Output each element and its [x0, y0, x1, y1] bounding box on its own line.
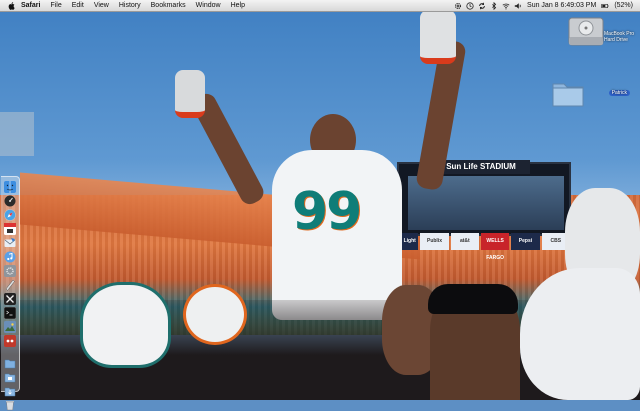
sponsor-strip: Bud Light Publix at&t WELLS FARGO Pepsi …	[390, 233, 570, 261]
battery-percent: (52%)	[614, 2, 633, 9]
dock	[1, 176, 20, 411]
menu-view[interactable]: View	[89, 0, 114, 11]
menu-history[interactable]: History	[114, 0, 146, 11]
itunes-icon[interactable]	[4, 251, 17, 263]
x11-icon[interactable]	[4, 293, 17, 305]
trash-icon[interactable]	[4, 399, 17, 411]
games-icon[interactable]	[4, 335, 17, 347]
system-preferences-icon[interactable]	[4, 265, 17, 277]
sponsor-sign: WELLS FARGO	[480, 233, 510, 261]
sync-icon[interactable]	[477, 0, 487, 11]
menu-app-safari[interactable]: Safari	[16, 0, 45, 11]
hard-drive-label: MacBook Pro Hard Drive	[604, 31, 635, 43]
gear-icon[interactable]	[453, 0, 463, 11]
documents-folder-icon[interactable]	[4, 371, 17, 383]
finder-icon[interactable]	[4, 181, 17, 193]
sponsor-sign: at&t	[450, 233, 479, 250]
folder-label: Patrick	[608, 90, 630, 96]
menu-file[interactable]: File	[45, 0, 66, 11]
volume-icon[interactable]	[513, 0, 523, 11]
menubar-clock[interactable]: Sun Jan 8 6:49:03 PM	[524, 2, 599, 9]
apple-icon[interactable]	[6, 0, 16, 11]
helmet-middle	[183, 284, 247, 345]
calendar-icon[interactable]	[4, 223, 17, 235]
bluetooth-icon[interactable]	[489, 0, 499, 11]
menu-window[interactable]: Window	[191, 0, 226, 11]
stadium-roof	[0, 112, 34, 156]
safari-icon[interactable]	[4, 209, 17, 221]
menu-extras: Sun Jan 8 6:49:03 PM (52%)	[452, 0, 640, 11]
desktop-folder-patrick[interactable]: Patrick	[540, 78, 630, 108]
wifi-icon[interactable]	[501, 0, 511, 11]
player-glove-left	[175, 70, 205, 118]
hard-drive-icon[interactable]	[566, 15, 606, 49]
folder-icon[interactable]	[551, 78, 585, 108]
mail-icon[interactable]	[4, 237, 17, 249]
menu-bar: Safari File Edit View History Bookmarks …	[0, 0, 640, 12]
helmet-left	[80, 282, 171, 368]
photo-icon[interactable]	[4, 321, 17, 333]
battery-icon[interactable]	[600, 0, 610, 11]
menu-edit[interactable]: Edit	[67, 0, 89, 11]
player-glove-right	[420, 10, 456, 64]
sponsor-sign: Pepsi	[511, 233, 540, 250]
mascot-hand	[520, 268, 640, 400]
time-machine-icon[interactable]	[465, 0, 475, 11]
sponsor-sign: Publix	[420, 233, 449, 250]
menu-bookmarks[interactable]: Bookmarks	[146, 0, 191, 11]
jersey-number: 99	[292, 182, 362, 242]
downloads-folder-icon[interactable]	[4, 385, 17, 397]
desktop-wallpaper: Sun Life STADIUM Bud Light Publix at&t W…	[0, 0, 640, 400]
script-editor-icon[interactable]	[4, 279, 17, 291]
dashboard-icon[interactable]	[4, 195, 17, 207]
menu-help[interactable]: Help	[226, 0, 250, 11]
desktop-hard-drive[interactable]: MacBook Pro Hard Drive	[560, 15, 640, 49]
teammate-bandana	[428, 284, 518, 314]
terminal-icon[interactable]	[4, 307, 17, 319]
scoreboard-title: Sun Life STADIUM	[432, 160, 530, 174]
applications-folder-icon[interactable]	[4, 357, 17, 369]
